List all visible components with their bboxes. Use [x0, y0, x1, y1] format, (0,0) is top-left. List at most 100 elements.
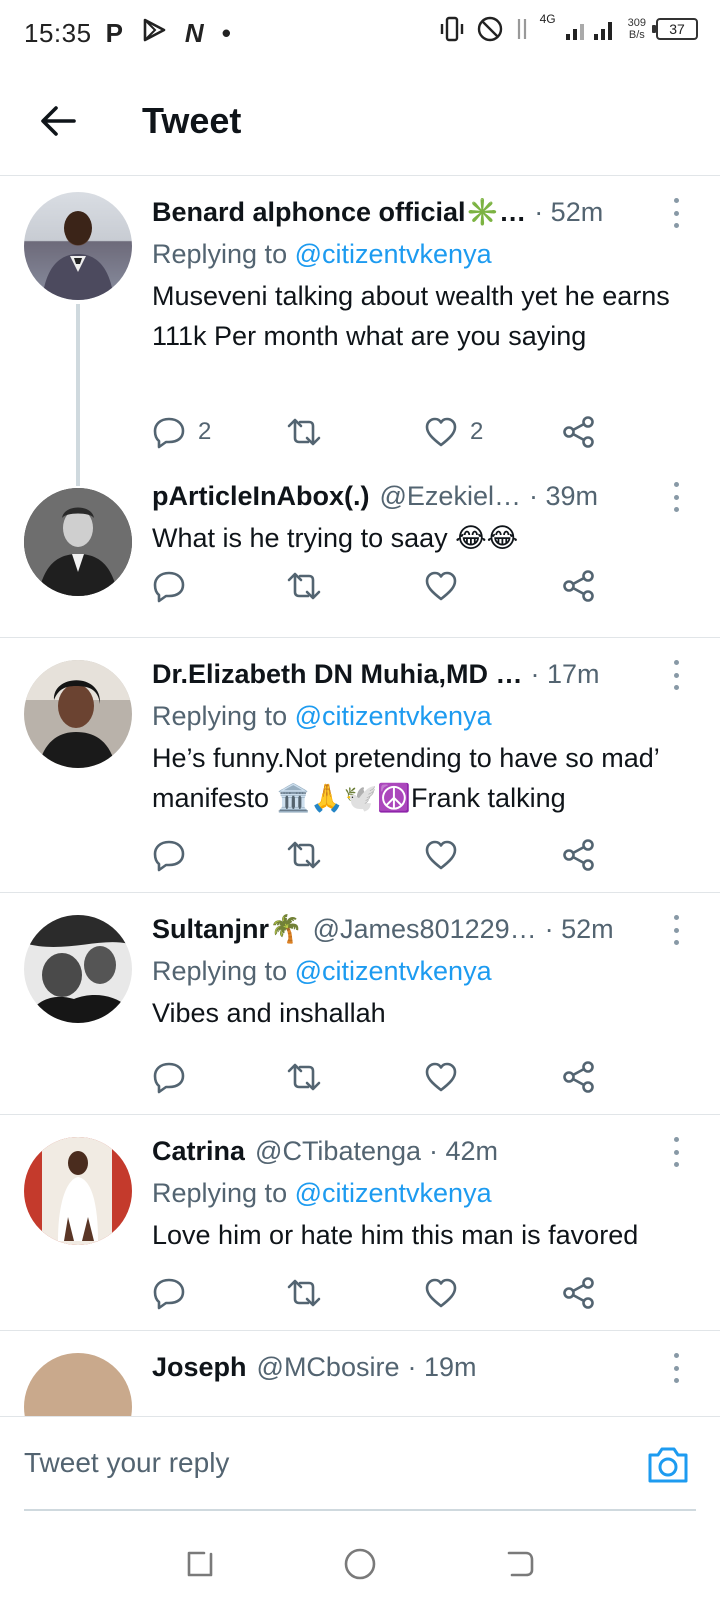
dot-icon: • — [221, 17, 231, 48]
avatar[interactable] — [24, 1353, 132, 1416]
tweet-author-name[interactable]: Catrina — [152, 1136, 245, 1167]
retweet-icon — [287, 418, 321, 446]
replying-to: Replying to @citizentvkenya — [152, 239, 492, 269]
tweet-actions — [152, 835, 632, 875]
retweet-icon — [287, 572, 321, 600]
system-nav-bar — [0, 1516, 720, 1612]
replying-to: Replying to @citizentvkenya — [152, 956, 492, 986]
share-button[interactable] — [562, 835, 596, 875]
p-app-icon: P — [105, 17, 123, 48]
back-button[interactable] — [28, 91, 88, 151]
top-header: Tweet — [0, 66, 720, 176]
more-options-icon[interactable] — [666, 1137, 686, 1167]
tweet-author-name[interactable]: Dr.Elizabeth DN Muhia,MD … — [152, 659, 523, 690]
reply-button[interactable] — [152, 566, 198, 606]
notification-icons: P N • — [106, 17, 231, 50]
heart-icon — [425, 840, 457, 870]
tweet-item[interactable]: Catrina @CTibatenga · 42m Replying to @c… — [0, 1115, 720, 1331]
tweet-author-handle[interactable]: @MCbosire — [257, 1352, 400, 1383]
recents-button[interactable] — [180, 1544, 220, 1584]
tweet-text: Love him or hate him this man is favored — [152, 1220, 639, 1250]
retweet-icon — [287, 1279, 321, 1307]
data-arrows-icon — [517, 19, 526, 39]
back-nav-icon — [507, 1551, 534, 1577]
replying-to-link[interactable]: @citizentvkenya — [295, 956, 492, 986]
reply-button[interactable] — [152, 835, 198, 875]
like-button[interactable] — [424, 1057, 470, 1097]
like-button[interactable]: 2 — [424, 412, 483, 452]
reply-input[interactable]: Tweet your reply — [24, 1447, 229, 1479]
avatar[interactable] — [24, 488, 132, 596]
tweet-author-handle[interactable]: @Ezekiel… — [380, 481, 521, 512]
share-button[interactable] — [562, 566, 596, 606]
avatar[interactable] — [24, 1137, 132, 1245]
reply-icon — [153, 571, 185, 603]
replies-feed[interactable]: Benard alphonce official✳️… · 52m Replyi… — [0, 176, 720, 1416]
like-button[interactable] — [424, 835, 470, 875]
tweet-author-name[interactable]: pArticleInAbox(.) — [152, 481, 370, 512]
tweet-item[interactable]: Joseph @MCbosire · 19m — [0, 1331, 720, 1416]
like-button[interactable] — [424, 566, 470, 606]
share-button[interactable] — [562, 1273, 596, 1313]
home-button[interactable] — [340, 1544, 380, 1584]
retweet-button[interactable] — [286, 566, 334, 606]
share-button[interactable] — [562, 1057, 596, 1097]
like-button[interactable] — [424, 1273, 470, 1313]
tweet-actions — [152, 566, 632, 606]
tweet-item[interactable]: Sultanjnr🌴 @James801229… · 52m Replying … — [0, 893, 720, 1115]
tweet-author-handle[interactable]: @James801229… — [313, 914, 537, 945]
n-app-icon: N — [184, 17, 204, 48]
status-right: 4G 309 B/s 37 — [438, 12, 698, 44]
replying-to-link[interactable]: @citizentvkenya — [295, 701, 492, 731]
tweet-time: · 52m — [534, 196, 604, 227]
tweet-text: He’s funny.Not pretending to have so mad… — [152, 743, 659, 813]
vibrate-icon — [440, 16, 463, 42]
avatar[interactable] — [24, 660, 132, 768]
share-icon — [563, 570, 594, 602]
tweet-time: · 19m — [407, 1351, 477, 1382]
tweet-author-name[interactable]: Joseph — [152, 1352, 247, 1383]
heart-icon — [425, 1062, 457, 1092]
more-options-icon[interactable] — [666, 1353, 686, 1383]
tweet-actions — [152, 1057, 632, 1097]
tweet-author-name[interactable]: Sultanjnr🌴 — [152, 913, 303, 945]
share-icon — [563, 1277, 594, 1309]
share-button[interactable] — [562, 412, 596, 452]
more-options-icon[interactable] — [666, 915, 686, 945]
more-options-icon[interactable] — [666, 660, 686, 690]
camera-button[interactable] — [646, 1445, 690, 1485]
reply-count: 2 — [198, 418, 212, 445]
tweet-item[interactable]: pArticleInAbox(.) @Ezekiel… · 39m What i… — [0, 466, 720, 638]
replying-to-link[interactable]: @citizentvkenya — [295, 239, 492, 269]
avatar-figure — [24, 660, 132, 768]
play-icon — [141, 17, 167, 50]
more-options-icon[interactable] — [666, 482, 686, 512]
signal-icon — [565, 22, 612, 40]
tweet-author-handle[interactable]: @CTibatenga — [255, 1136, 421, 1167]
thread-line — [76, 304, 80, 486]
retweet-button[interactable] — [286, 835, 334, 875]
dnd-icon — [477, 16, 502, 42]
retweet-button[interactable] — [286, 1273, 334, 1313]
avatar[interactable] — [24, 915, 132, 1023]
retweet-button[interactable] — [286, 412, 334, 452]
tweet-actions — [152, 1273, 632, 1313]
heart-icon — [425, 417, 457, 447]
tweet-time: · 17m — [530, 658, 600, 689]
more-options-icon[interactable] — [666, 198, 686, 228]
input-underline — [24, 1509, 696, 1511]
tweet-item[interactable]: Benard alphonce official✳️… · 52m Replyi… — [0, 176, 720, 486]
reply-icon — [153, 417, 185, 449]
retweet-button[interactable] — [286, 1057, 334, 1097]
tweet-author-name[interactable]: Benard alphonce official✳️… — [152, 196, 526, 228]
back-nav-button[interactable] — [500, 1544, 540, 1584]
avatar[interactable] — [24, 192, 132, 300]
reply-composer: Tweet your reply — [0, 1416, 720, 1516]
retweet-icon — [287, 1063, 321, 1091]
replying-to: Replying to @citizentvkenya — [152, 1178, 492, 1208]
tweet-item[interactable]: Dr.Elizabeth DN Muhia,MD … · 17m Replyin… — [0, 638, 720, 893]
replying-to-link[interactable]: @citizentvkenya — [295, 1178, 492, 1208]
reply-button[interactable]: 2 — [152, 412, 211, 452]
reply-button[interactable] — [152, 1273, 198, 1313]
reply-button[interactable] — [152, 1057, 198, 1097]
